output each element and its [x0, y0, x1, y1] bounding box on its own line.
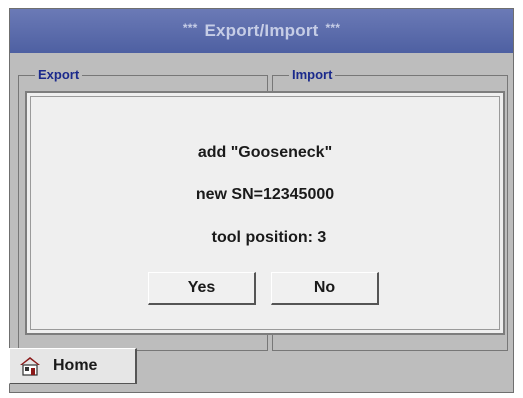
- title-bar: *** Export/Import ***: [10, 9, 513, 53]
- home-button[interactable]: Home: [9, 348, 137, 384]
- title-decoration-right: ***: [325, 21, 341, 35]
- yes-button[interactable]: Yes: [148, 272, 256, 305]
- house-icon: [19, 356, 41, 376]
- confirm-dialog: add "Gooseneck" new SN=12345000 tool pos…: [25, 91, 505, 335]
- dialog-message-line-3: tool position: 3: [211, 229, 327, 246]
- dialog-message-line-1: add "Gooseneck": [197, 144, 333, 161]
- dialog-message-line-2: new SN=12345000: [195, 186, 335, 203]
- dialog-inner-frame: add "Gooseneck" new SN=12345000 tool pos…: [30, 96, 500, 330]
- import-group-label: Import: [289, 67, 336, 82]
- title-decoration-left: ***: [182, 21, 198, 35]
- device-screen: *** Export/Import *** Export Import add …: [9, 8, 514, 393]
- export-group-label: Export: [35, 67, 83, 82]
- no-button[interactable]: No: [271, 272, 379, 305]
- window-title: Export/Import: [204, 21, 319, 40]
- home-button-label: Home: [53, 357, 98, 374]
